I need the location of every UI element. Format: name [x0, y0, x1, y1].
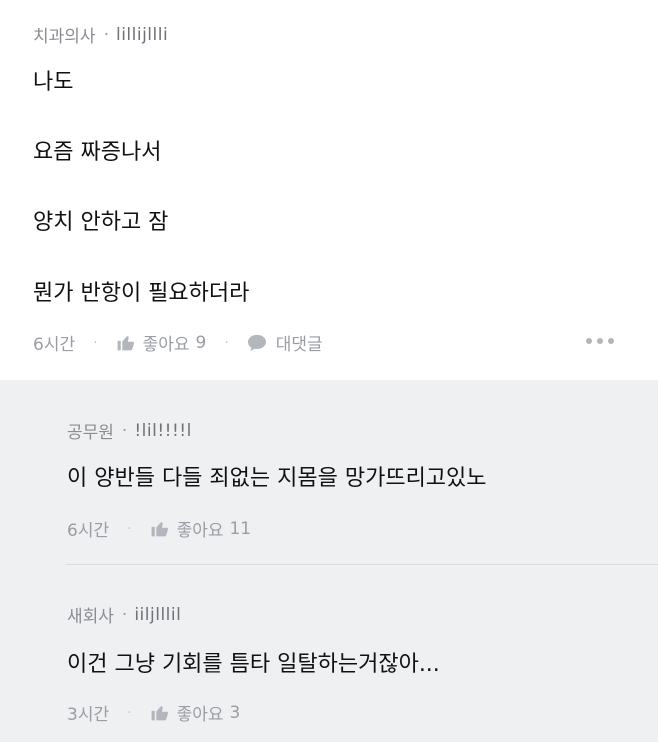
reply-time: 3시간 — [67, 705, 110, 725]
main-comment: 치과의사 · lillijllli 나도 요즘 짜증나서 양치 안하고 잠 뭔가… — [0, 0, 658, 380]
like-count: 11 — [229, 518, 252, 539]
comment-text-line: 양치 안하고 잠 — [33, 210, 169, 235]
like-label: 좋아요 — [176, 705, 224, 725]
reply-divider — [66, 564, 658, 565]
comment-actions: 6시간 · 좋아요 9 · 대댓글 — [33, 330, 323, 356]
reply-author-company[interactable]: 공무원 — [67, 418, 114, 443]
like-count: 3 — [229, 702, 241, 723]
like-count: 9 — [195, 332, 207, 353]
action-separator: · — [93, 334, 98, 351]
comment-time: 6시간 — [33, 335, 76, 355]
like-button[interactable]: 좋아요 9 — [116, 330, 207, 355]
author-company[interactable]: 치과의사 — [33, 22, 96, 47]
reply-author-company[interactable]: 새회사 — [67, 602, 114, 627]
reply-author-line: 공무원 · !lil!!!!l — [67, 418, 192, 444]
like-label: 좋아요 — [176, 521, 224, 541]
replies-section: 공무원 · !lil!!!!l 이 양반들 다들 죄없는 지몸을 망가뜨리고있노… — [0, 380, 658, 742]
comment-author-line: 치과의사 · lillijllli — [33, 22, 168, 48]
comment-text-line: 뭔가 반항이 필요하더라 — [33, 281, 250, 306]
reply-label: 대댓글 — [275, 335, 323, 355]
reply-author-nickname[interactable]: iiljlllil — [134, 605, 181, 625]
speech-bubble-icon — [247, 334, 266, 351]
comment-thread: 치과의사 · lillijllli 나도 요즘 짜증나서 양치 안하고 잠 뭔가… — [0, 0, 658, 742]
comment-text-line: 요즘 짜증나서 — [33, 140, 162, 165]
reply-author-line: 새회사 · iiljlllil — [67, 602, 181, 628]
thumbs-up-icon — [117, 336, 134, 351]
thumbs-up-icon — [151, 522, 168, 537]
thumbs-up-icon — [151, 706, 168, 721]
reply-actions: 3시간 · 좋아요 3 — [67, 700, 241, 726]
more-dots-icon[interactable] — [586, 332, 614, 350]
dot — [597, 338, 603, 344]
author-nickname[interactable]: lillijllli — [116, 25, 168, 45]
meta-separator: · — [121, 604, 128, 625]
reply-author-nickname[interactable]: !lil!!!!l — [134, 421, 191, 441]
reply-actions: 6시간 · 좋아요 11 — [67, 516, 252, 542]
reply-text: 이 양반들 다들 죄없는 지몸을 망가뜨리고있노 — [67, 466, 487, 491]
meta-separator: · — [121, 420, 128, 441]
dot — [608, 338, 614, 344]
like-label: 좋아요 — [142, 335, 190, 355]
action-separator: · — [127, 704, 132, 721]
comment-text-line: 나도 — [33, 70, 74, 95]
like-button[interactable]: 좋아요 3 — [150, 700, 241, 725]
dot — [586, 338, 592, 344]
reply-text: 이건 그냥 기회를 틈타 일탈하는거잖아... — [67, 652, 440, 677]
meta-separator: · — [103, 24, 109, 45]
reply-time: 6시간 — [67, 521, 110, 541]
action-separator: · — [224, 334, 229, 351]
like-button[interactable]: 좋아요 11 — [150, 516, 252, 541]
reply-button[interactable]: 대댓글 — [247, 330, 323, 355]
action-separator: · — [127, 520, 132, 537]
